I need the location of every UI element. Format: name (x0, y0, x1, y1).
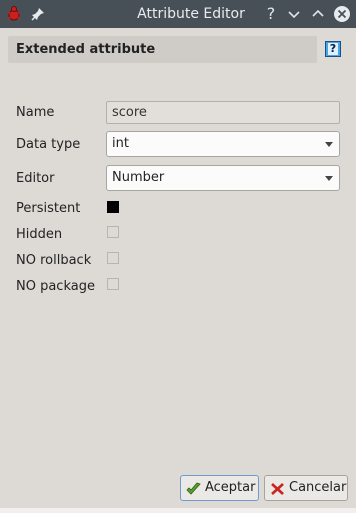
nopackage-label: NO package (16, 279, 95, 294)
norollback-checkbox[interactable] (107, 252, 119, 264)
help-button[interactable]: ? (262, 5, 280, 23)
datatype-select[interactable]: int (106, 131, 340, 157)
nopackage-checkbox[interactable] (107, 278, 119, 290)
editor-value: Number (112, 170, 165, 185)
cancel-button[interactable]: Cancelar (264, 475, 348, 501)
persistent-checkbox[interactable] (107, 201, 119, 213)
bottom-strip (0, 508, 356, 513)
accept-button-label: Aceptar (205, 480, 256, 495)
title-bar: Attribute Editor ? (0, 0, 356, 28)
minimize-button[interactable] (285, 5, 303, 23)
chevron-down-icon (325, 142, 333, 147)
close-icon (270, 481, 285, 495)
maximize-button[interactable] (309, 5, 327, 23)
accept-button[interactable]: Aceptar (180, 475, 259, 501)
datatype-value: int (112, 136, 129, 151)
name-label: Name (16, 105, 55, 120)
datatype-label: Data type (16, 137, 81, 152)
persistent-label: Persistent (16, 201, 81, 216)
hidden-label: Hidden (16, 227, 63, 242)
help-icon[interactable]: ? (325, 41, 341, 57)
cancel-button-label: Cancelar (289, 480, 347, 495)
name-field: score (106, 101, 340, 124)
editor-select[interactable]: Number (106, 165, 340, 191)
close-button[interactable] (333, 5, 351, 23)
section-header: Extended attribute (8, 36, 317, 63)
editor-label: Editor (16, 171, 55, 186)
check-icon (186, 481, 201, 495)
norollback-label: NO rollback (16, 253, 92, 268)
section-title: Extended attribute (16, 42, 156, 57)
chevron-down-icon (325, 176, 333, 181)
hidden-checkbox[interactable] (107, 226, 119, 238)
